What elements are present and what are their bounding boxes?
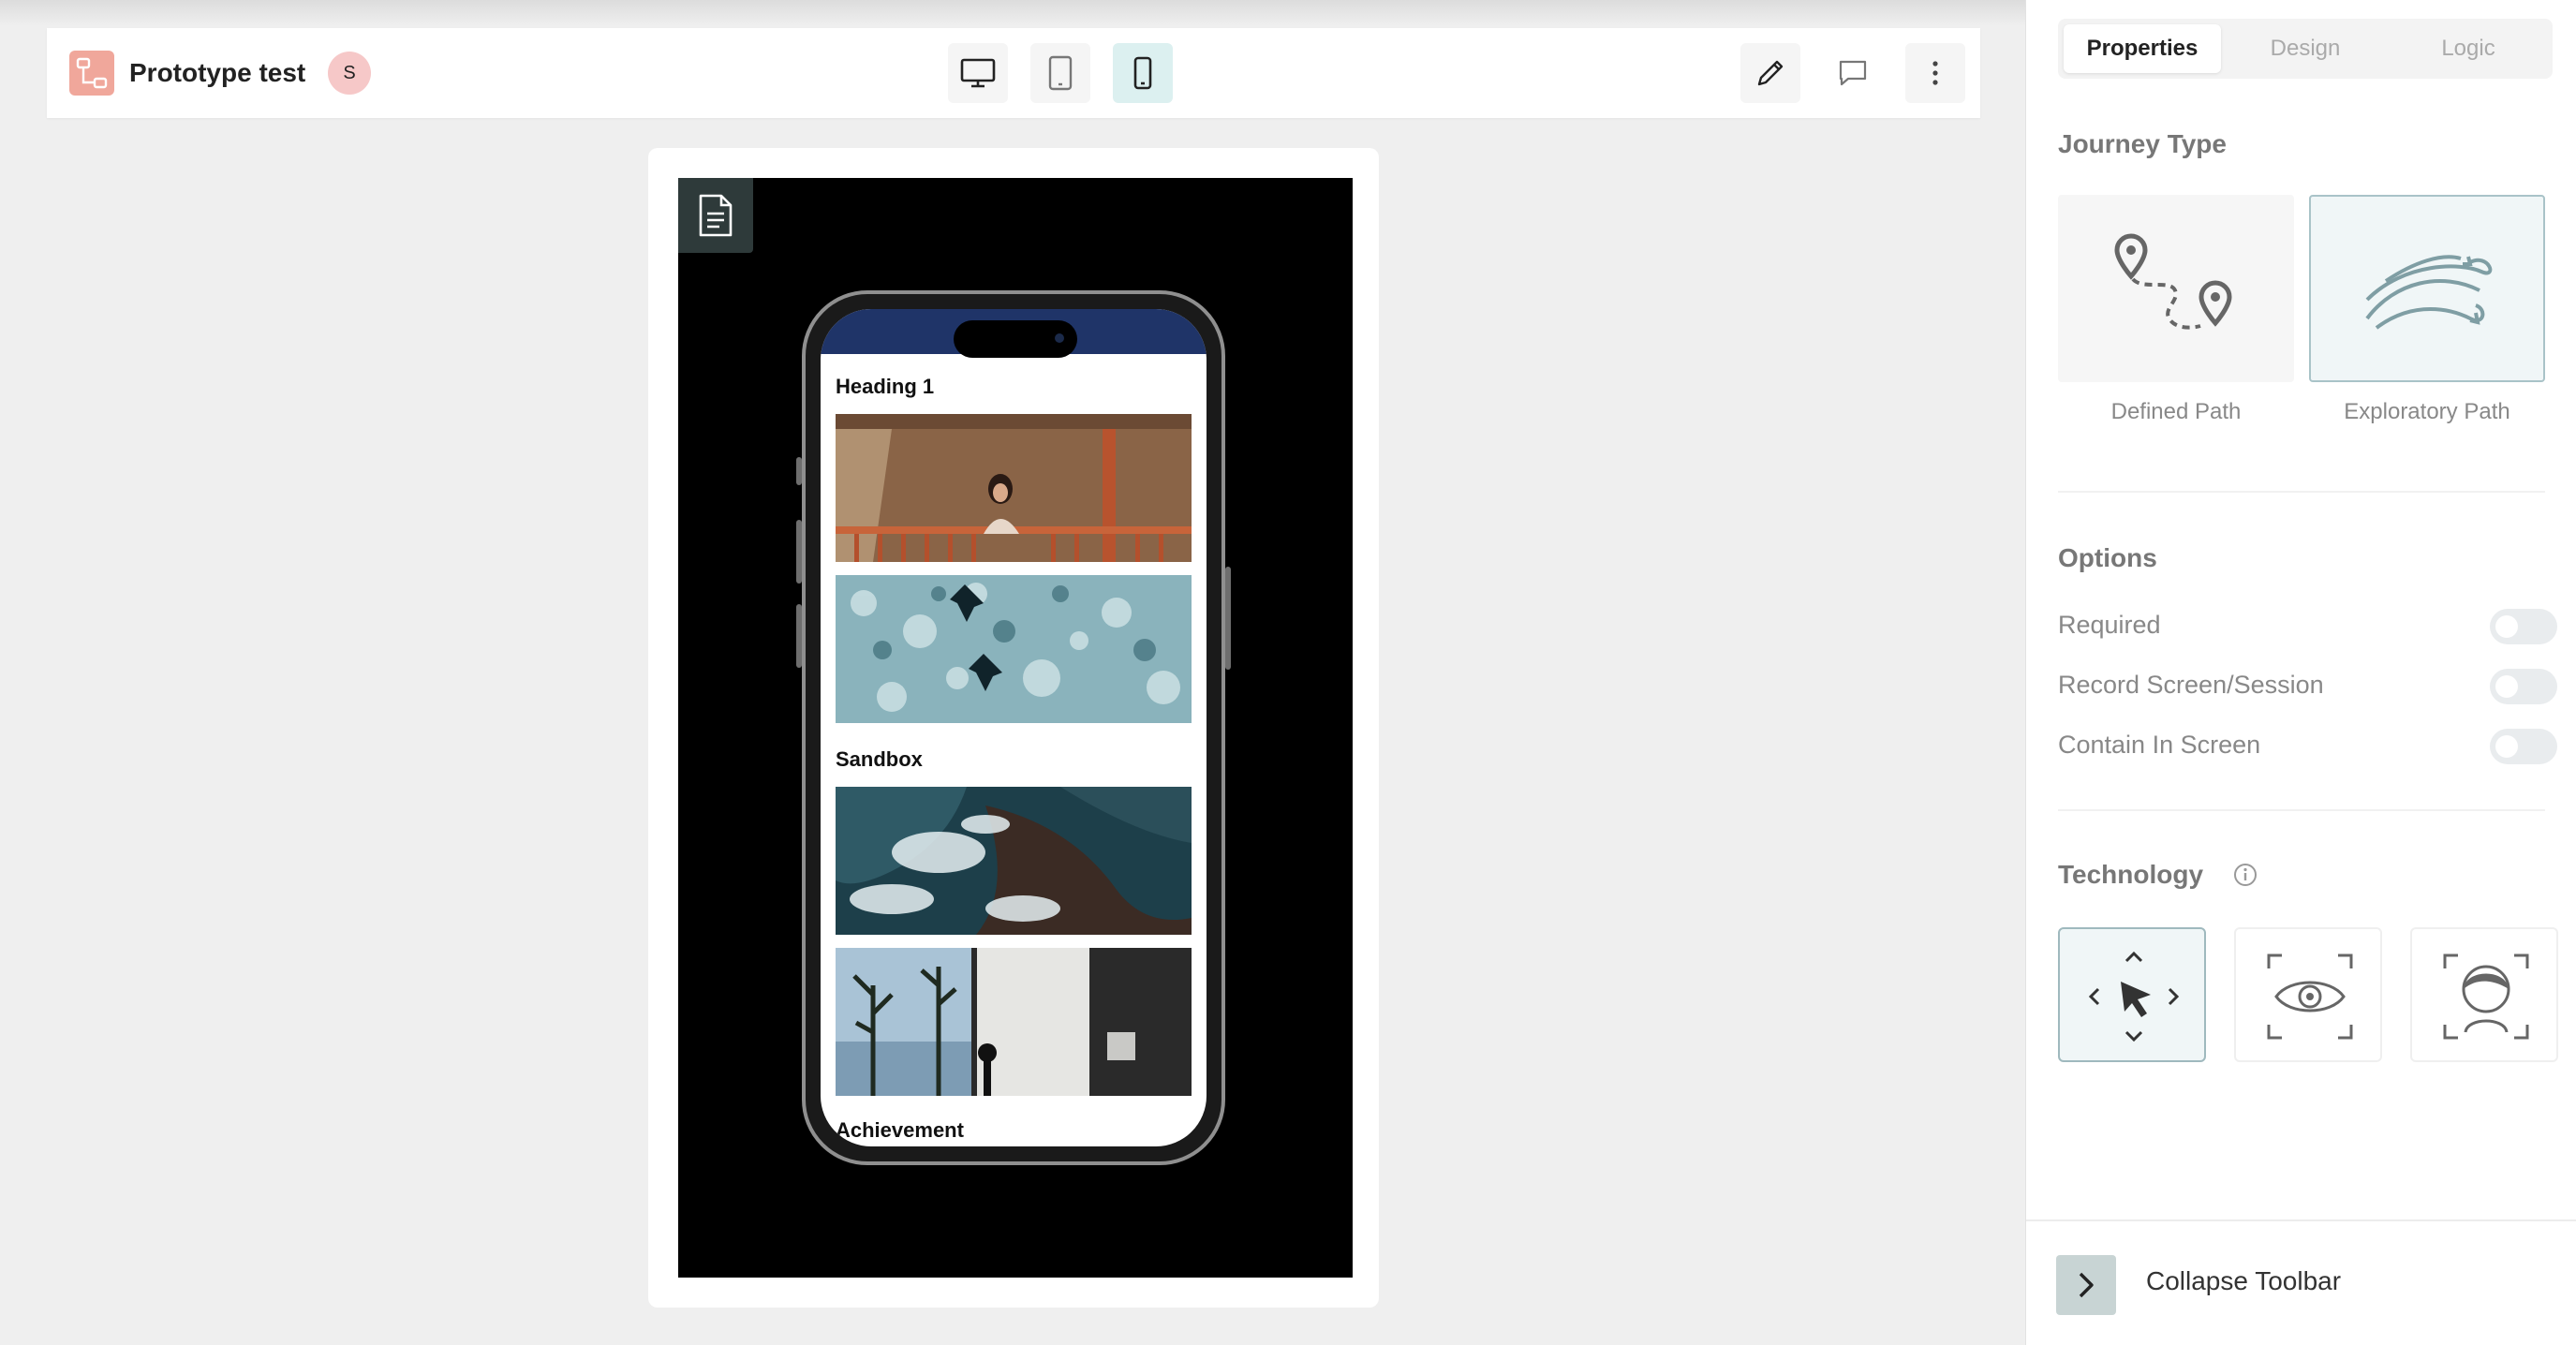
- canvas-area: Prototype test S Heading 1 Sandbox Achie…: [0, 0, 2025, 1345]
- top-bar: Prototype test S: [47, 28, 1980, 118]
- click-navigation-icon: [2088, 951, 2180, 1042]
- photo-room-view[interactable]: [836, 948, 1192, 1096]
- defined-path-card[interactable]: [2058, 195, 2294, 382]
- collapse-toolbar-label[interactable]: Collapse Toolbar: [2146, 1266, 2341, 1296]
- tablet-view-button[interactable]: [1030, 43, 1090, 103]
- dynamic-island: [954, 320, 1077, 358]
- phone-volume-up: [796, 520, 802, 584]
- tab-design[interactable]: Design: [2227, 24, 2384, 73]
- option-required-label: Required: [2058, 611, 2161, 639]
- toggle-record-session[interactable]: [2490, 669, 2557, 704]
- document-icon: [699, 194, 733, 237]
- tablet-icon: [1048, 55, 1073, 91]
- options-title: Options: [2058, 543, 2157, 572]
- info-icon[interactable]: [2232, 862, 2258, 888]
- screen-achievement-label: Achievement: [836, 1118, 964, 1142]
- comment-button[interactable]: [1823, 43, 1883, 103]
- mobile-view-button[interactable]: [1113, 43, 1173, 103]
- tab-logic[interactable]: Logic: [2390, 24, 2547, 73]
- bottom-bar: Collapse Toolbar: [2026, 1219, 2576, 1345]
- properties-sidebar: Properties Design Logic Journey Type Def…: [2025, 0, 2576, 1345]
- page-title: Prototype test: [129, 58, 306, 87]
- phone-screen[interactable]: Heading 1 Sandbox Achievement: [821, 309, 1207, 1146]
- tab-properties[interactable]: Properties: [2064, 24, 2221, 73]
- collapse-toolbar-button[interactable]: [2056, 1255, 2116, 1315]
- technology-title: Technology: [2058, 860, 2204, 889]
- option-record-label: Record Screen/Session: [2058, 671, 2324, 699]
- edit-button[interactable]: [1740, 43, 1800, 103]
- tech-face-tracking[interactable]: [2410, 927, 2558, 1062]
- defined-path-label: Defined Path: [2110, 399, 2242, 424]
- exploratory-path-icon: [2365, 255, 2493, 330]
- face-tracking-icon: [2443, 953, 2529, 1040]
- more-vertical-icon: [1932, 61, 1938, 85]
- pencil-icon: [1757, 60, 1784, 86]
- defined-path-icon: [2114, 233, 2232, 330]
- more-button[interactable]: [1905, 43, 1965, 103]
- screen-heading: Heading 1: [836, 375, 935, 398]
- page-details-button[interactable]: [678, 178, 753, 253]
- option-contain-label: Contain In Screen: [2058, 731, 2261, 759]
- comment-icon: [1839, 60, 1867, 86]
- mobile-icon: [1133, 56, 1152, 90]
- screen-sandbox-label: Sandbox: [836, 747, 923, 771]
- prototype-flow-icon: [69, 51, 114, 96]
- photo-waves[interactable]: [836, 787, 1192, 935]
- exploratory-path-card[interactable]: [2309, 195, 2545, 382]
- exploratory-path-label: Exploratory Path: [2344, 399, 2510, 424]
- phone-power-button: [1225, 567, 1231, 670]
- avatar[interactable]: S: [328, 52, 371, 95]
- tech-click-navigation[interactable]: [2058, 927, 2206, 1062]
- photo-ocean-rays[interactable]: [836, 575, 1192, 723]
- journey-type-title: Journey Type: [2058, 129, 2227, 158]
- toggle-required[interactable]: [2490, 609, 2557, 644]
- desktop-icon: [960, 58, 996, 88]
- photo-balcony[interactable]: [836, 414, 1192, 562]
- sidebar-tabs: Properties Design Logic: [2058, 19, 2553, 79]
- top-shadow: [0, 0, 2025, 26]
- phone-mute-switch: [796, 457, 802, 485]
- desktop-view-button[interactable]: [948, 43, 1008, 103]
- chevron-right-icon: [2079, 1272, 2094, 1298]
- tech-eye-tracking[interactable]: [2234, 927, 2382, 1062]
- toggle-contain-in-screen[interactable]: [2490, 729, 2557, 764]
- phone-volume-down: [796, 604, 802, 668]
- eye-tracking-icon: [2267, 953, 2353, 1040]
- divider: [2058, 809, 2545, 811]
- divider: [2058, 491, 2545, 493]
